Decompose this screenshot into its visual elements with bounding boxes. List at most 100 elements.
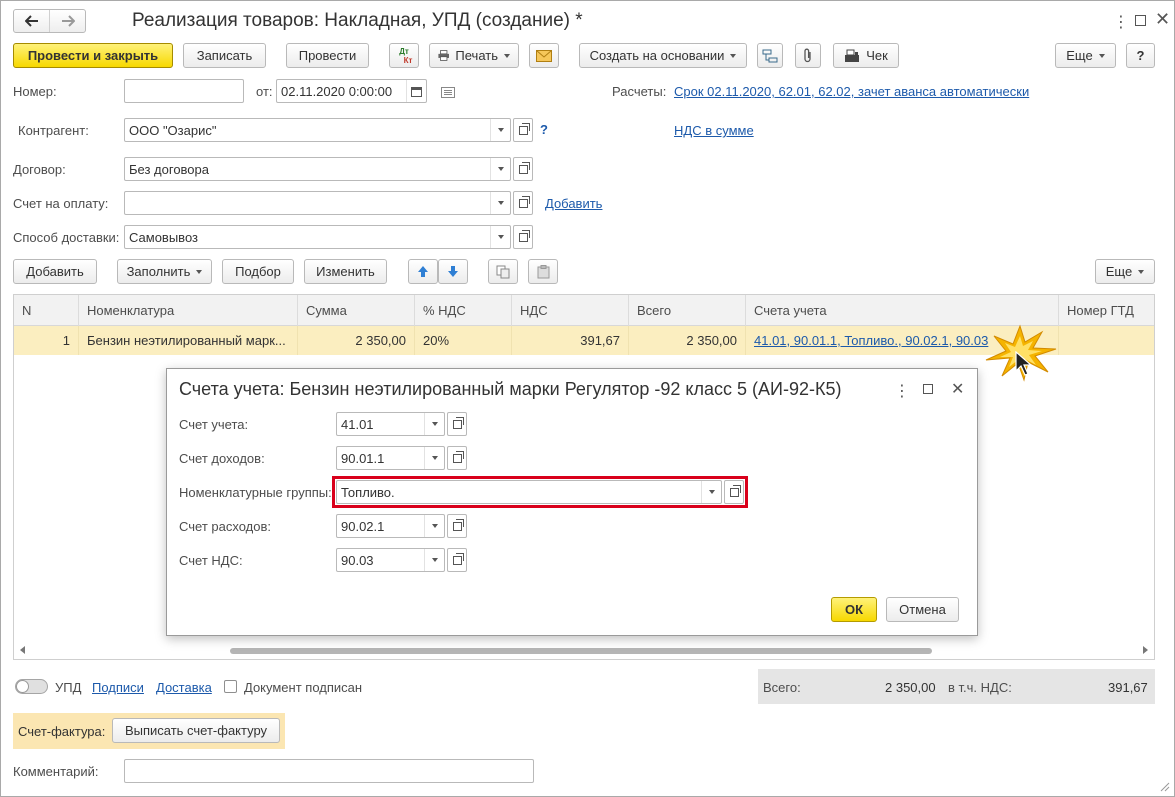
inventory-account-input[interactable]: 41.01 xyxy=(336,412,445,436)
delivery-link[interactable]: Доставка xyxy=(156,680,212,695)
column-header-gtd[interactable]: Номер ГТД xyxy=(1059,295,1156,326)
copy-icon xyxy=(496,265,510,278)
dialog-menu-icon[interactable]: ⋮ xyxy=(894,381,910,401)
calendar-icon[interactable] xyxy=(406,80,426,102)
structure-button[interactable] xyxy=(757,43,783,68)
settlements-label: Расчеты: xyxy=(612,84,667,99)
comment-input[interactable] xyxy=(124,759,534,783)
fill-button[interactable]: Заполнить xyxy=(117,259,212,284)
vat-account-input[interactable]: 90.03 xyxy=(336,548,445,572)
income-account-label: Счет доходов: xyxy=(179,451,265,466)
column-header-item[interactable]: Номенклатура xyxy=(79,295,298,326)
scrollbar-thumb[interactable] xyxy=(230,648,932,654)
chevron-down-icon[interactable] xyxy=(490,192,510,214)
move-down-button[interactable] xyxy=(438,259,468,284)
delivery-method-select[interactable]: Самовывоз xyxy=(124,225,511,249)
maximize-icon[interactable] xyxy=(1135,15,1146,26)
move-up-button[interactable] xyxy=(408,259,438,284)
post-and-close-button[interactable]: Провести и закрыть xyxy=(13,43,173,68)
change-button[interactable]: Изменить xyxy=(304,259,387,284)
chevron-down-icon[interactable] xyxy=(424,413,444,435)
counterparty-value: ООО "Озарис" xyxy=(129,122,217,138)
dialog-close-icon[interactable]: ✕ xyxy=(951,379,964,399)
chevron-down-icon[interactable] xyxy=(424,549,444,571)
open-inventory-account-button[interactable] xyxy=(447,412,467,436)
question-icon[interactable]: ? xyxy=(540,122,548,137)
chevron-down-icon[interactable] xyxy=(424,447,444,469)
cell-vat-rate[interactable]: 20% xyxy=(415,326,512,355)
help-button[interactable]: ? xyxy=(1126,43,1155,68)
open-income-account-button[interactable] xyxy=(447,446,467,470)
close-icon[interactable]: ✕ xyxy=(1155,9,1170,30)
resize-grip-icon[interactable] xyxy=(1158,780,1170,792)
date-input[interactable]: 02.11.2020 0:00:00 xyxy=(276,79,427,103)
nav-back-forward xyxy=(13,9,86,33)
invoice-for-payment-input[interactable] xyxy=(124,191,511,215)
cell-sum[interactable]: 2 350,00 xyxy=(298,326,415,355)
receipt-label: Чек xyxy=(866,48,888,63)
counterparty-input[interactable]: ООО "Озарис" xyxy=(124,118,511,142)
cell-item[interactable]: Бензин неэтилированный марк... xyxy=(79,326,298,355)
number-input[interactable] xyxy=(124,79,244,103)
expense-account-input[interactable]: 90.02.1 xyxy=(336,514,445,538)
chevron-down-icon[interactable] xyxy=(424,515,444,537)
more-actions-button[interactable]: Еще xyxy=(1055,43,1116,68)
arrow-left-icon[interactable] xyxy=(14,10,50,32)
attach-button[interactable] xyxy=(795,43,821,68)
column-header-vat[interactable]: НДС xyxy=(512,295,629,326)
create-based-on-button[interactable]: Создать на основании xyxy=(579,43,747,68)
selection-button[interactable]: Подбор xyxy=(222,259,294,284)
totals-panel: Всего: 2 350,00 в т.ч. НДС: 391,67 xyxy=(758,669,1155,704)
open-vat-account-button[interactable] xyxy=(447,548,467,572)
cell-gtd[interactable] xyxy=(1059,326,1156,355)
chevron-down-icon[interactable] xyxy=(490,226,510,248)
contract-input[interactable]: Без договора xyxy=(124,157,511,181)
chevron-down-icon[interactable] xyxy=(490,119,510,141)
vat-in-sum-link[interactable]: НДС в сумме xyxy=(674,123,754,138)
scroll-right-icon[interactable] xyxy=(1143,646,1148,654)
paste-row-button[interactable] xyxy=(528,259,558,284)
open-nomenclature-groups-button[interactable] xyxy=(724,480,744,504)
chevron-down-icon[interactable] xyxy=(490,158,510,180)
open-delivery-button[interactable] xyxy=(513,225,533,249)
cell-vat[interactable]: 391,67 xyxy=(512,326,629,355)
contract-label: Договор: xyxy=(13,162,66,177)
window-menu-icon[interactable]: ⋮ xyxy=(1113,12,1129,32)
horizontal-scrollbar[interactable] xyxy=(14,645,1154,657)
copy-row-button[interactable] xyxy=(488,259,518,284)
nomenclature-groups-input[interactable]: Топливо. xyxy=(336,480,722,504)
income-account-input[interactable]: 90.01.1 xyxy=(336,446,445,470)
table-more-button[interactable]: Еще xyxy=(1095,259,1155,284)
arrow-right-icon[interactable] xyxy=(50,10,85,32)
cancel-button[interactable]: Отмена xyxy=(886,597,959,622)
email-button[interactable] xyxy=(529,43,559,68)
column-header-sum[interactable]: Сумма xyxy=(298,295,415,326)
signatures-link[interactable]: Подписи xyxy=(92,680,144,695)
add-row-button[interactable]: Добавить xyxy=(13,259,97,284)
add-invoice-link[interactable]: Добавить xyxy=(545,196,602,211)
upd-toggle[interactable] xyxy=(15,679,48,694)
save-button[interactable]: Записать xyxy=(183,43,266,68)
print-button[interactable]: Печать xyxy=(429,43,519,68)
dt-kt-button[interactable]: Дт Кт xyxy=(389,43,419,68)
window-title: Реализация товаров: Накладная, УПД (созд… xyxy=(132,10,583,31)
open-counterparty-button[interactable] xyxy=(513,118,533,142)
column-header-total[interactable]: Всего xyxy=(629,295,746,326)
post-button[interactable]: Провести xyxy=(286,43,369,68)
settlements-link[interactable]: Срок 02.11.2020, 62.01, 62.02, зачет ава… xyxy=(674,84,1029,99)
open-invoice-button[interactable] xyxy=(513,191,533,215)
ok-button[interactable]: ОК xyxy=(831,597,877,622)
open-contract-button[interactable] xyxy=(513,157,533,181)
cell-total[interactable]: 2 350,00 xyxy=(629,326,746,355)
accounts-dialog: Счета учета: Бензин неэтилированный марк… xyxy=(166,368,978,636)
scroll-left-icon[interactable] xyxy=(20,646,25,654)
open-expense-account-button[interactable] xyxy=(447,514,467,538)
doc-signed-checkbox[interactable] xyxy=(224,680,237,696)
issue-invoice-button[interactable]: Выписать счет-фактуру xyxy=(112,718,280,743)
column-header-vat-rate[interactable]: % НДС xyxy=(415,295,512,326)
dialog-maximize-icon[interactable] xyxy=(923,384,933,394)
history-icon[interactable] xyxy=(441,86,455,101)
chevron-down-icon[interactable] xyxy=(701,481,721,503)
column-header-n[interactable]: N xyxy=(14,295,79,326)
receipt-button[interactable]: Чек xyxy=(833,43,899,68)
